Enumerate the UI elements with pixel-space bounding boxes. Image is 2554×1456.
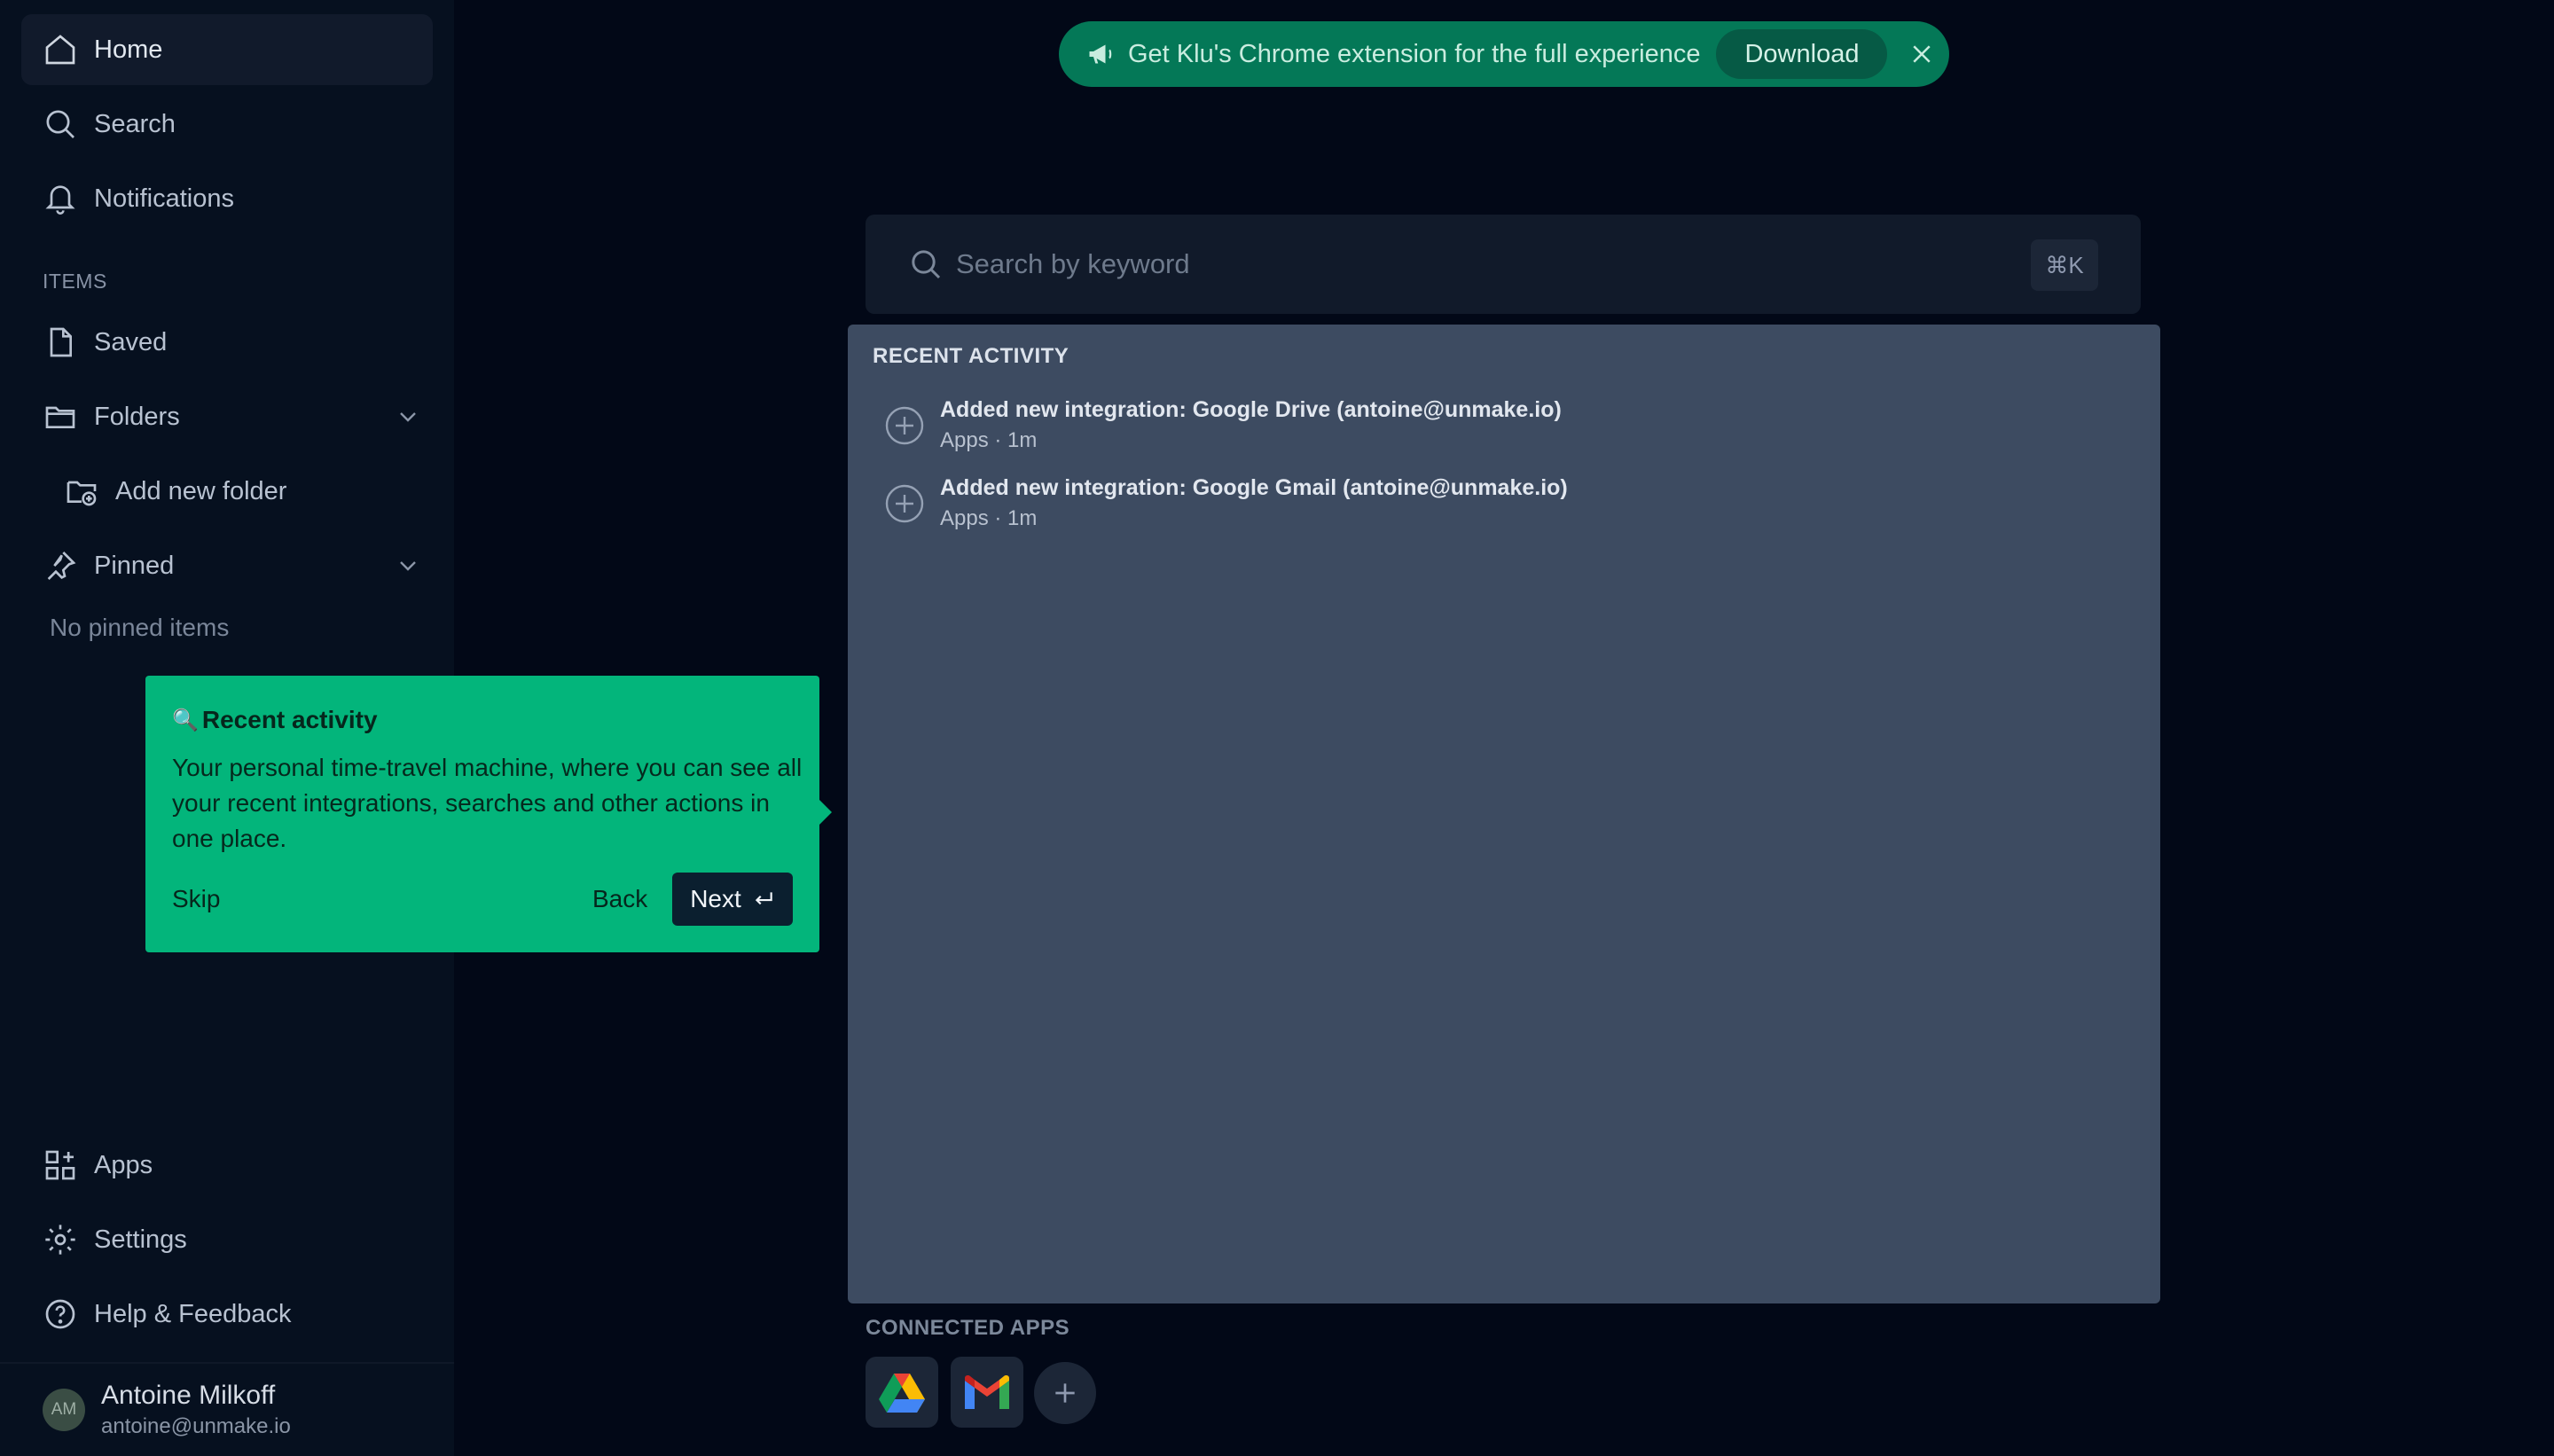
- magnifier-emoji-icon: 🔍: [172, 708, 199, 732]
- search-input[interactable]: [956, 248, 1931, 280]
- google-drive-icon: [879, 1374, 925, 1413]
- banner-text: Get Klu's Chrome extension for the full …: [1128, 39, 1701, 68]
- sidebar-item-label: Folders: [94, 402, 180, 431]
- plus-circle-icon: [885, 406, 924, 444]
- home-icon: [45, 35, 75, 65]
- connected-app-google-drive[interactable]: [866, 1357, 938, 1428]
- close-icon[interactable]: [1908, 41, 1935, 67]
- list-item[interactable]: Added new integration: Google Gmail (ant…: [883, 475, 1568, 531]
- connected-app-gmail[interactable]: [951, 1357, 1023, 1428]
- activity-meta: Apps · 1m: [940, 428, 1038, 452]
- next-button[interactable]: Next: [672, 873, 793, 926]
- tooltip-title: 🔍 Recent activity: [172, 706, 378, 734]
- sidebar-item-apps[interactable]: Apps: [21, 1130, 433, 1201]
- activity-title: Added new integration: Google Gmail (ant…: [940, 475, 1568, 500]
- search-icon: [46, 110, 74, 138]
- sidebar-item-saved[interactable]: Saved: [21, 307, 433, 378]
- chevron-down-icon[interactable]: [394, 403, 422, 431]
- bell-icon: [45, 185, 75, 215]
- sidebar-item-notifications[interactable]: Notifications: [21, 163, 433, 234]
- megaphone-icon: [1089, 44, 1112, 64]
- add-folder-button[interactable]: Add new folder: [64, 456, 286, 527]
- onboarding-tooltip: 🔍 Recent activity Your personal time-tra…: [145, 676, 832, 952]
- activity-title: Added new integration: Google Drive (ant…: [940, 397, 1562, 422]
- search-bar[interactable]: ⌘K: [866, 215, 2141, 314]
- list-item[interactable]: Added new integration: Google Drive (ant…: [883, 397, 1562, 453]
- sidebar-item-pinned[interactable]: Pinned: [21, 530, 433, 601]
- no-pinned-items-text: No pinned items: [50, 614, 230, 641]
- sidebar-item-label: Notifications: [94, 184, 234, 213]
- tooltip-title-text: Recent activity: [201, 706, 378, 733]
- sidebar-item-label: Apps: [94, 1150, 153, 1179]
- sidebar-item-label: Pinned: [94, 551, 175, 580]
- search-icon: [912, 250, 941, 279]
- folder-icon: [45, 406, 75, 428]
- sidebar-item-label: Saved: [94, 327, 168, 356]
- connected-apps-title: CONNECTED APPS: [866, 1316, 1070, 1340]
- tooltip-body: Your personal time-travel machine, where…: [172, 754, 803, 852]
- gear-icon: [45, 1225, 75, 1255]
- chevron-down-icon[interactable]: [394, 552, 422, 580]
- sidebar-item-label: Settings: [94, 1225, 187, 1254]
- recent-activity-panel: RECENT ACTIVITY Added new integration: G…: [848, 325, 2160, 1303]
- apps-grid-icon: [45, 1150, 75, 1180]
- help-circle-icon: [45, 1299, 75, 1329]
- gmail-icon: [965, 1375, 1009, 1409]
- document-icon: [50, 327, 72, 357]
- items-section-label: ITEMS: [43, 270, 107, 293]
- sidebar-item-label: Help & Feedback: [94, 1299, 292, 1328]
- user-email: antoine@unmake.io: [101, 1414, 291, 1438]
- next-label: Next: [690, 885, 741, 912]
- sidebar-item-label: Search: [94, 109, 176, 138]
- plus-circle-icon: [885, 484, 924, 522]
- enter-key-icon: [755, 892, 772, 905]
- add-app-button[interactable]: [1034, 1362, 1096, 1424]
- user-name: Antoine Milkoff: [101, 1381, 276, 1410]
- back-button[interactable]: Back: [592, 885, 647, 913]
- sidebar-item-search[interactable]: Search: [21, 89, 433, 160]
- extension-banner: Get Klu's Chrome extension for the full …: [1059, 21, 1949, 87]
- sidebar-item-folders[interactable]: Folders: [21, 381, 433, 452]
- plus-icon: [1055, 1383, 1075, 1403]
- add-folder-label: Add new folder: [115, 476, 287, 505]
- folder-add-icon: [67, 481, 97, 506]
- pin-icon: [47, 552, 76, 580]
- user-profile[interactable]: AM Antoine Milkoff antoine@unmake.io: [0, 1362, 454, 1456]
- sidebar-item-settings[interactable]: Settings: [21, 1204, 433, 1275]
- sidebar-item-label: Home: [94, 35, 163, 64]
- sidebar-item-help[interactable]: Help & Feedback: [21, 1279, 433, 1350]
- download-button[interactable]: Download: [1716, 29, 1888, 79]
- sidebar-item-home[interactable]: Home: [21, 14, 433, 85]
- activity-meta: Apps · 1m: [940, 506, 1038, 530]
- recent-activity-title: RECENT ACTIVITY: [873, 344, 1069, 368]
- skip-button[interactable]: Skip: [172, 885, 220, 913]
- shortcut-badge: ⌘K: [2031, 239, 2098, 291]
- avatar: AM: [43, 1389, 85, 1431]
